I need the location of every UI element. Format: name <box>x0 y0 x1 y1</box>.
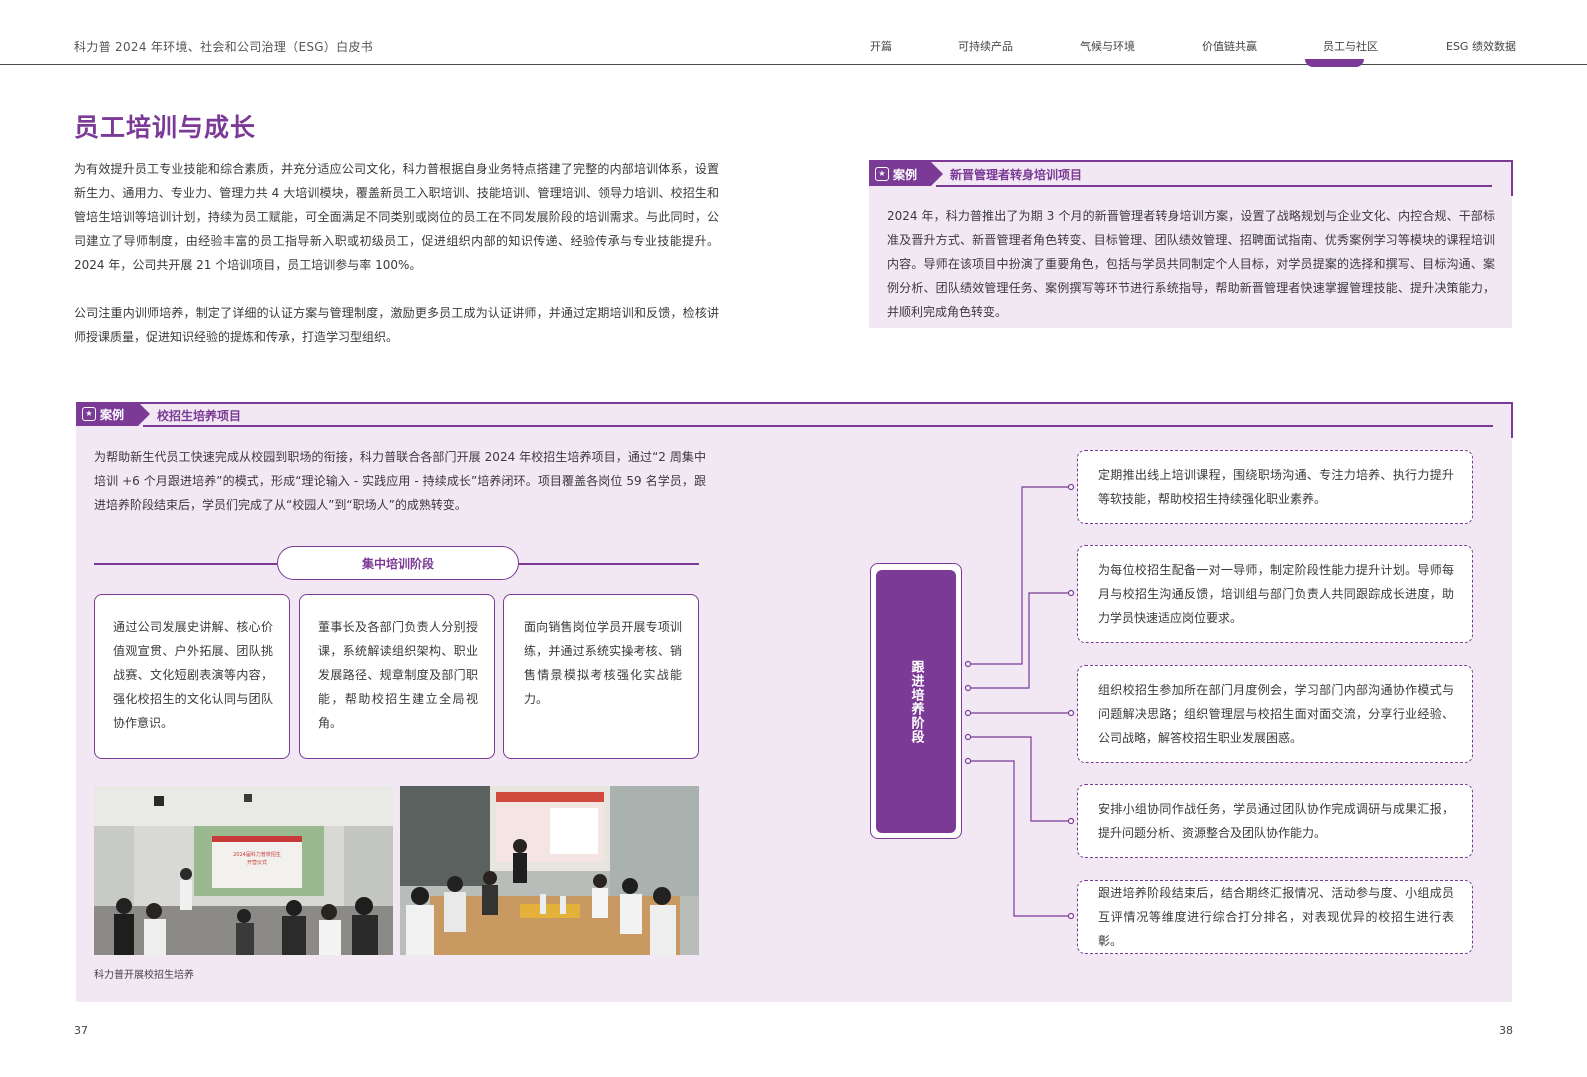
phase-label-concentrated: 集中培训阶段 <box>277 546 519 580</box>
star-doc-icon: ★ <box>875 167 889 181</box>
case-campus-heading-rule <box>143 425 1493 427</box>
nav-active-indicator <box>1305 59 1364 67</box>
page-number-right: 38 <box>1499 1024 1513 1037</box>
follow-item-text: 安排小组协同作战任务，学员通过团队协作完成调研与成果汇报，提升问题分析、资源整合… <box>1098 802 1454 840</box>
case-badge: ★ 案例 <box>76 402 150 426</box>
case-campus-heading: 校招生培养项目 <box>157 409 242 423</box>
follow-item-mentor: 为每位校招生配备一对一导师，制定阶段性能力提升计划。导师每月与校招生沟通反馈，培… <box>1077 545 1473 643</box>
follow-item-online-courses: 定期推出线上培训课程，围绕职场沟通、专注力培养、执行力提升等软技能，帮助校招生持… <box>1077 450 1473 524</box>
follow-item-meetings: 组织校招生参加所在部门月度例会，学习部门内部沟通协作模式与问题解决思路；组织管理… <box>1077 665 1473 763</box>
nav-item-esg-data[interactable]: ESG 绩效数据 <box>1446 38 1516 54</box>
follow-item-text: 跟进培养阶段结束后，结合期终汇报情况、活动参与度、小组成员互评情况等维度进行综合… <box>1098 886 1454 948</box>
badge-arrow <box>931 162 943 186</box>
case-manager-top-rule <box>869 160 1512 162</box>
case-manager-heading-rule <box>936 185 1492 187</box>
phase-rule-left <box>94 563 277 565</box>
photo-training-meeting <box>400 786 699 955</box>
page-title: 员工培训与成长 <box>74 113 257 142</box>
case-manager-heading: 新晋管理者转身培训项目 <box>950 168 1083 182</box>
photo-caption: 科力普开展校招生培养 <box>94 970 194 981</box>
follow-item-group-task: 安排小组协同作战任务，学员通过团队协作完成调研与成果汇报，提升问题分析、资源整合… <box>1077 784 1473 858</box>
intro-paragraph-1: 为有效提升员工专业技能和综合素质，并充分适应公司文化，科力普根据自身业务特点搭建… <box>74 162 719 272</box>
nav-item-employees-community[interactable]: 员工与社区 <box>1323 38 1378 54</box>
nav-item-value-chain[interactable]: 价值链共赢 <box>1202 38 1257 54</box>
follow-item-text: 定期推出线上培训课程，围绕职场沟通、专注力培养、执行力提升等软技能，帮助校招生持… <box>1098 468 1454 506</box>
nav-item-opening[interactable]: 开篇 <box>870 38 892 54</box>
follow-item-evaluation: 跟进培养阶段结束后，结合期终汇报情况、活动参与度、小组成员互评情况等维度进行综合… <box>1077 880 1473 954</box>
svg-text:开营仪式: 开营仪式 <box>247 859 267 866</box>
follow-stage-label: 跟进培养阶段 <box>876 570 956 833</box>
star-doc-icon: ★ <box>82 407 96 421</box>
section-nav: 开篇 可持续产品 气候与环境 价值链共赢 员工与社区 ESG 绩效数据 <box>0 38 1587 58</box>
follow-item-text: 组织校招生参加所在部门月度例会，学习部门内部沟通协作模式与问题解决思路；组织管理… <box>1098 683 1454 745</box>
case-campus-top-rule <box>76 402 1512 404</box>
follow-item-text: 为每位校招生配备一对一导师，制定阶段性能力提升计划。导师每月与校招生沟通反馈，培… <box>1098 563 1454 625</box>
case-badge-label: 案例 <box>100 407 125 422</box>
case-manager-side-rule <box>1511 160 1513 196</box>
page-number-left: 37 <box>74 1024 88 1037</box>
nav-item-climate[interactable]: 气候与环境 <box>1080 38 1135 54</box>
follow-stage-text: 跟进培养阶段 <box>908 659 924 744</box>
phase-rule-right <box>519 563 699 565</box>
training-card-sales: 面向销售岗位学员开展专项训练，并通过系统实操考核、销售情景模拟考核强化实战能力。 <box>503 594 699 759</box>
svg-text:2024届科力普校招生: 2024届科力普校招生 <box>233 851 281 858</box>
badge-arrow <box>138 402 150 426</box>
nav-item-sustainable-products[interactable]: 可持续产品 <box>958 38 1013 54</box>
training-card-leadership: 董事长及各部门负责人分别授课，系统解读组织架构、职业发展路径、规章制度及部门职能… <box>299 594 495 759</box>
intro-paragraph-2: 公司注重内训师培养，制定了详细的认证方案与管理制度，激励更多员工成为认证讲师，并… <box>74 306 719 344</box>
case-badge: ★ 案例 <box>869 162 943 186</box>
case-campus-intro: 为帮助新生代员工快速完成从校园到职场的衔接，科力普联合各部门开展 2024 年校… <box>94 450 706 512</box>
training-card-culture: 通过公司发展史讲解、核心价值观宣贯、户外拓展、团队挑战赛、文化短剧表演等内容，强… <box>94 594 290 759</box>
case-manager-text: 2024 年，科力普推出了为期 3 个月的新晋管理者转身培训方案，设置了战略规划… <box>887 209 1495 319</box>
photo-opening-ceremony: 2024届科力普校招生 开营仪式 <box>94 786 393 955</box>
case-campus-side-rule <box>1511 402 1513 438</box>
case-badge-label: 案例 <box>893 167 918 182</box>
